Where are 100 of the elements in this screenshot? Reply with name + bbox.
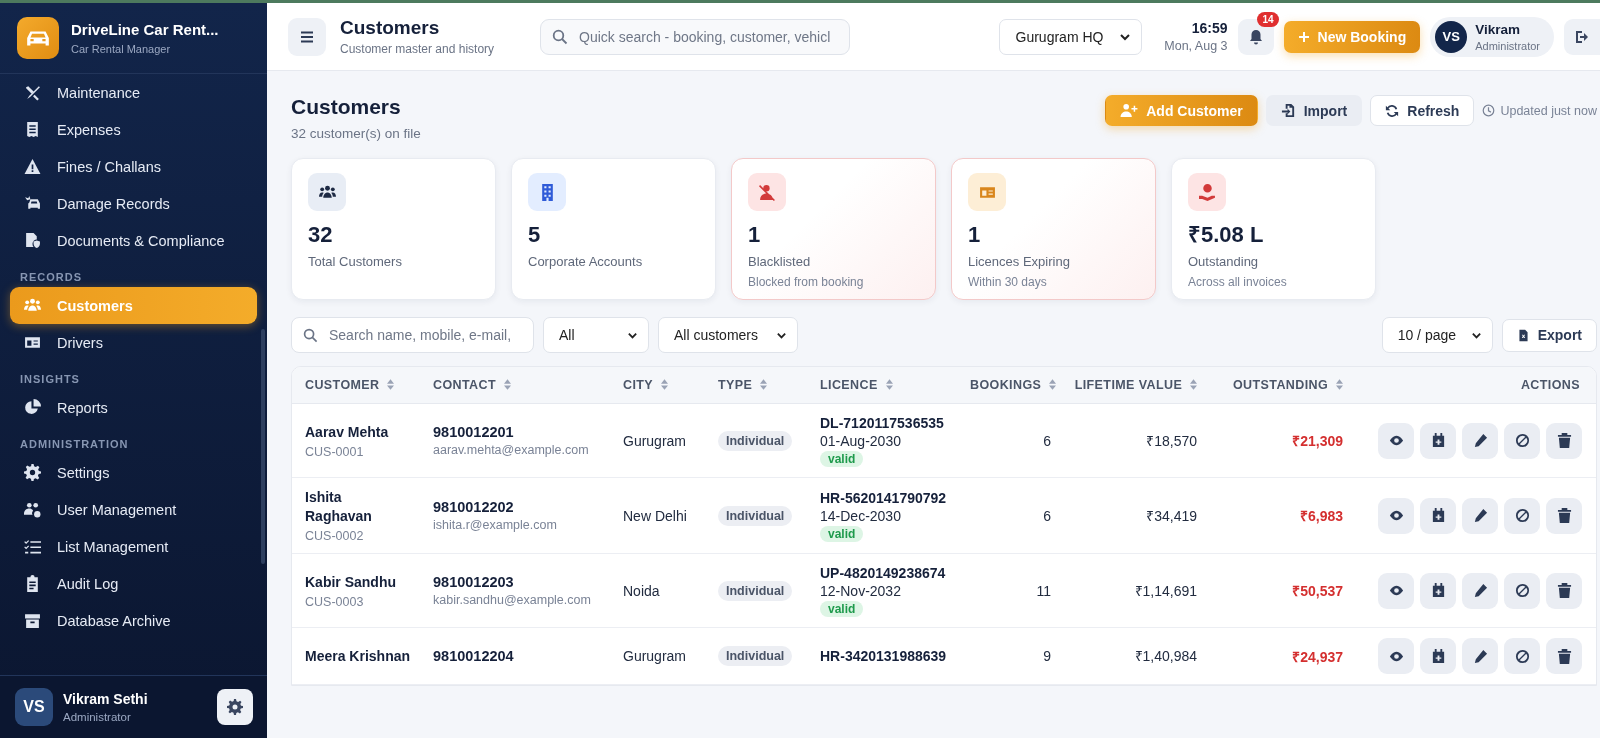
column-header[interactable]: BOOKINGS [957, 367, 1059, 404]
ban-button[interactable] [1504, 572, 1540, 609]
pencil-icon [1472, 508, 1488, 523]
nav-item[interactable]: Reports [10, 389, 257, 426]
phone-number: 9810012201 [433, 424, 515, 440]
type-filter-select[interactable]: All [543, 317, 649, 353]
pencil-button[interactable] [1462, 497, 1498, 534]
trash-button[interactable] [1546, 572, 1582, 609]
ban-button[interactable] [1504, 422, 1540, 459]
view-button[interactable] [1378, 497, 1414, 534]
column-header[interactable]: TYPE [705, 367, 807, 404]
search-icon [303, 327, 318, 343]
column-header[interactable]: LICENCE [807, 367, 957, 404]
search-field[interactable]: Search name, mobile, e-mail, [291, 317, 534, 353]
trash-button[interactable] [1546, 638, 1582, 674]
archive-box-icon [24, 612, 41, 629]
nav-item[interactable]: Drivers [10, 324, 257, 361]
nav-item[interactable]: User Management [10, 491, 257, 528]
app-subtitle: Car Rental Manager [71, 43, 172, 55]
nav-item[interactable]: Documents & Compliance [10, 222, 257, 259]
column-header[interactable]: CONTACT [420, 367, 610, 404]
view-icon [1388, 583, 1404, 598]
export-button[interactable]: Export [1501, 318, 1597, 352]
trash-button[interactable] [1546, 422, 1582, 459]
ban-button[interactable] [1504, 638, 1540, 674]
trash-button[interactable] [1546, 497, 1582, 534]
calendar-plus-button[interactable] [1420, 422, 1456, 459]
column-header[interactable]: LIFETIME VALUE [1059, 367, 1205, 404]
record-count: 32 customer(s) on file [291, 126, 421, 141]
location-select[interactable]: Gurugram HQ [998, 18, 1142, 55]
lifetime-value: ₹18,570 [1146, 432, 1197, 449]
calendar-plus-button[interactable] [1420, 638, 1456, 674]
licence-status-tag: valid [820, 526, 864, 542]
customer-name: Meera Krishnan [305, 646, 412, 666]
user-slash-icon [758, 183, 776, 201]
pencil-button[interactable] [1462, 638, 1498, 674]
stat-note: Across all invoices [1188, 275, 1288, 289]
calendar-plus-button[interactable] [1420, 572, 1456, 609]
licence-status-tag: valid [820, 601, 864, 617]
clock-date: Mon, Aug 3 [1163, 39, 1228, 53]
clock-time: 16:59 [1190, 20, 1228, 36]
column-header[interactable]: CUSTOMER [292, 367, 420, 404]
nav-item[interactable]: Settings [10, 454, 257, 491]
nav-item[interactable]: Expenses [10, 111, 257, 148]
nav-item[interactable]: List Management [10, 528, 257, 565]
view-button[interactable] [1378, 638, 1414, 674]
ban-icon [1514, 433, 1530, 448]
booking-count: 9 [1043, 648, 1051, 664]
ban-icon [1514, 583, 1530, 598]
email-address: kabir.sandhu@example.com [433, 593, 592, 607]
import-button[interactable]: Import [1265, 95, 1363, 126]
phone-number: 9810012204 [433, 648, 515, 664]
customer-type-tag: Individual [718, 646, 793, 666]
customer-id: CUS-0003 [305, 594, 365, 609]
nav-item[interactable]: Damage Records [10, 185, 257, 222]
logout-button[interactable] [1564, 18, 1600, 55]
search-input[interactable]: Search name, mobile, e-mail, [327, 326, 522, 344]
users-icon [24, 297, 41, 314]
stat-value: 1 [968, 222, 982, 248]
customer-name: Kabir Sandhu [305, 572, 397, 592]
view-button[interactable] [1378, 422, 1414, 459]
menu-button[interactable] [288, 17, 326, 56]
customer-name: Aarav Mehta [305, 422, 390, 442]
column-header[interactable]: CITY [610, 367, 705, 404]
nav-item[interactable]: Audit Log [10, 565, 257, 602]
view-icon [1388, 508, 1404, 523]
pencil-button[interactable] [1462, 572, 1498, 609]
plus-icon [1297, 30, 1310, 43]
licence-number: DL-7120117536535 [820, 414, 945, 432]
city-text: Gurugram [623, 432, 687, 449]
ban-icon [1514, 508, 1530, 523]
user-menu[interactable]: VS Vikram Administrator [1430, 16, 1554, 57]
page-heading: Customers [340, 17, 441, 39]
column-header[interactable]: OUTSTANDING [1205, 367, 1351, 404]
nav-item[interactable]: Fines / Challans [10, 148, 257, 185]
stat-value: 5 [528, 222, 542, 248]
customer-filter-select[interactable]: All customers [658, 317, 798, 353]
stat-label: Blacklisted [748, 254, 812, 269]
outstanding-amount: ₹24,937 [1292, 648, 1343, 665]
booking-count: 11 [1036, 582, 1051, 599]
search-field[interactable]: Quick search - booking, customer, vehicl [540, 18, 850, 55]
clock-icon [1482, 104, 1496, 117]
nav-item[interactable]: Maintenance [10, 74, 257, 111]
user-avatar: VS [15, 688, 53, 726]
view-button[interactable] [1378, 572, 1414, 609]
outstanding-amount: ₹50,537 [1292, 583, 1343, 599]
pencil-button[interactable] [1462, 422, 1498, 459]
ban-button[interactable] [1504, 497, 1540, 534]
warning-icon [24, 158, 41, 175]
search-input[interactable]: Quick search - booking, customer, vehicl [577, 27, 838, 46]
user-role: Administrator [1475, 39, 1540, 52]
refresh-button[interactable]: Refresh [1370, 95, 1475, 126]
calendar-plus-icon [1430, 508, 1446, 523]
lifetime-value: ₹1,14,691 [1134, 582, 1197, 599]
customer-type-tag: Individual [718, 505, 793, 526]
calendar-plus-button[interactable] [1420, 497, 1456, 534]
lifetime-value: ₹1,40,984 [1134, 648, 1197, 664]
settings-button[interactable] [217, 689, 253, 725]
page-size-select[interactable]: 10 / page [1381, 317, 1493, 353]
nav-item[interactable]: Database Archive [10, 602, 257, 639]
